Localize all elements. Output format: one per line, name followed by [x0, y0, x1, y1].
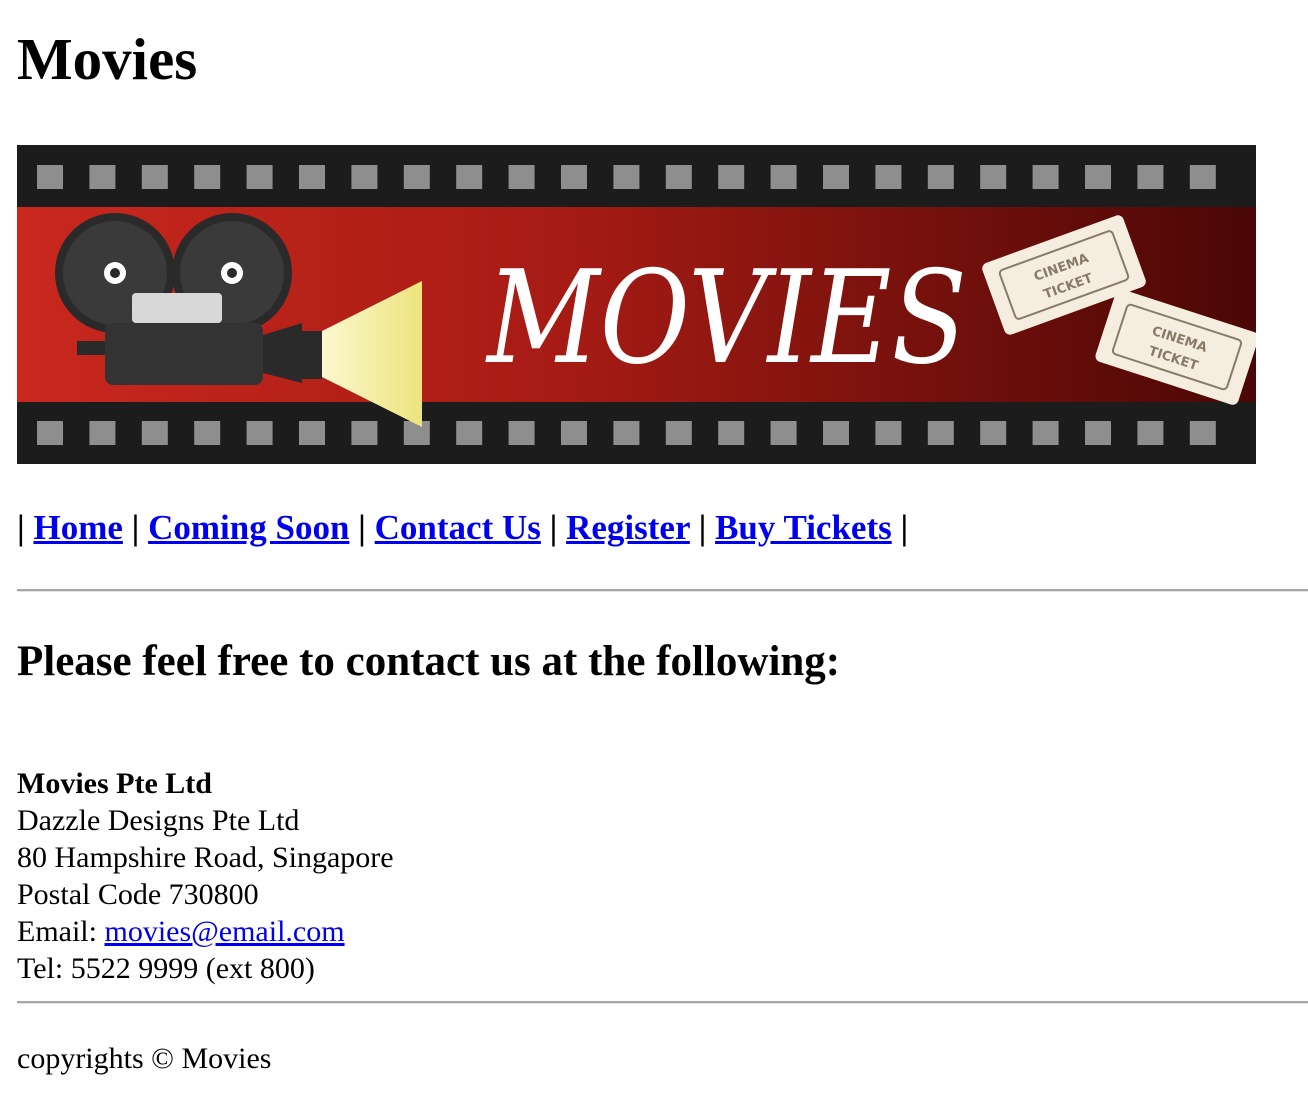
- sprocket-hole: [299, 421, 325, 445]
- nav-separator: |: [358, 508, 366, 547]
- sprocket-hole: [718, 165, 745, 189]
- sprocket-hole: [613, 165, 640, 189]
- sprocket-hole: [89, 165, 116, 189]
- sprocket-hole: [927, 165, 954, 189]
- sprocket-hole: [403, 165, 430, 189]
- email-label: Email:: [17, 915, 105, 948]
- banner-title: MOVIES: [485, 244, 967, 393]
- movies-banner-image: MOVIES CINEMA TICKET CINEMA TICKET: [17, 145, 1256, 464]
- nav-link-register[interactable]: Register: [566, 508, 690, 547]
- sprocket-hole: [1032, 421, 1059, 445]
- sprocket-hole: [718, 421, 745, 445]
- sprocket-hole: [37, 421, 63, 445]
- sprocket-hole: [194, 165, 221, 189]
- sprocket-hole: [875, 421, 902, 445]
- nav-separator: |: [131, 508, 140, 547]
- sprocket-hole: [823, 421, 849, 445]
- sprocket-hole: [823, 165, 849, 189]
- sprocket-hole: [875, 165, 902, 189]
- nav-link-home[interactable]: Home: [33, 508, 122, 547]
- sprocket-hole: [1085, 421, 1111, 445]
- sprocket-hole: [508, 165, 535, 189]
- sprocket-hole: [194, 421, 221, 445]
- sprocket-hole: [561, 165, 587, 189]
- sprocket-hole: [980, 165, 1007, 189]
- nav-separator: |: [17, 508, 25, 547]
- sprocket-hole: [561, 421, 587, 445]
- sprocket-hole: [1189, 421, 1216, 445]
- company-name: Movies Pte Ltd: [17, 767, 212, 800]
- nav-link-buy-tickets[interactable]: Buy Tickets: [715, 508, 892, 547]
- sprocket-hole: [141, 165, 168, 189]
- sprocket-hole: [37, 165, 63, 189]
- address-line: 80 Hampshire Road, Singapore: [17, 841, 394, 874]
- sprocket-hole: [351, 421, 378, 445]
- contact-heading: Please feel free to contact us at the fo…: [17, 638, 841, 685]
- contact-address: Movies Pte Ltd Dazzle Designs Pte Ltd 80…: [17, 765, 394, 987]
- sprocket-hole: [89, 421, 116, 445]
- email-link[interactable]: movies@email.com: [104, 915, 344, 948]
- nav-link-contact-us[interactable]: Contact Us: [375, 508, 541, 547]
- sprocket-hole: [351, 165, 378, 189]
- page-title: Movies: [17, 26, 198, 92]
- sprocket-hole: [456, 165, 483, 189]
- sprocket-hole: [508, 421, 535, 445]
- nav-separator: |: [549, 508, 558, 547]
- postal-code: Postal Code 730800: [17, 878, 259, 911]
- sprocket-hole: [1085, 165, 1111, 189]
- sprocket-hole: [1189, 165, 1216, 189]
- sprocket-hole: [927, 421, 954, 445]
- divider: [17, 589, 1308, 592]
- nav-separator: |: [698, 508, 707, 547]
- sprocket-hole: [456, 421, 483, 445]
- sprocket-hole: [665, 165, 692, 189]
- sprocket-hole: [403, 421, 430, 445]
- sprocket-hole: [770, 421, 797, 445]
- sprocket-hole: [1032, 165, 1059, 189]
- sprocket-hole: [613, 421, 640, 445]
- sprocket-hole: [299, 165, 325, 189]
- divider: [17, 1001, 1308, 1004]
- sprocket-hole: [1137, 421, 1164, 445]
- sprocket-hole: [770, 165, 797, 189]
- telephone: Tel: 5522 9999 (ext 800): [17, 952, 315, 985]
- main-nav: | Home | Coming Soon | Contact Us | Regi…: [17, 508, 908, 548]
- address-line: Dazzle Designs Pte Ltd: [17, 804, 300, 837]
- sprocket-hole: [246, 165, 273, 189]
- sprocket-hole: [246, 421, 273, 445]
- sprocket-hole: [1137, 165, 1164, 189]
- sprocket-hole: [980, 421, 1007, 445]
- nav-separator: |: [900, 508, 909, 547]
- copyright-footer: copyrights © Movies: [17, 1042, 272, 1075]
- sprocket-hole: [141, 421, 168, 445]
- nav-link-coming-soon[interactable]: Coming Soon: [148, 508, 349, 547]
- email-row: Email: movies@email.com: [17, 913, 394, 950]
- sprocket-hole: [665, 421, 692, 445]
